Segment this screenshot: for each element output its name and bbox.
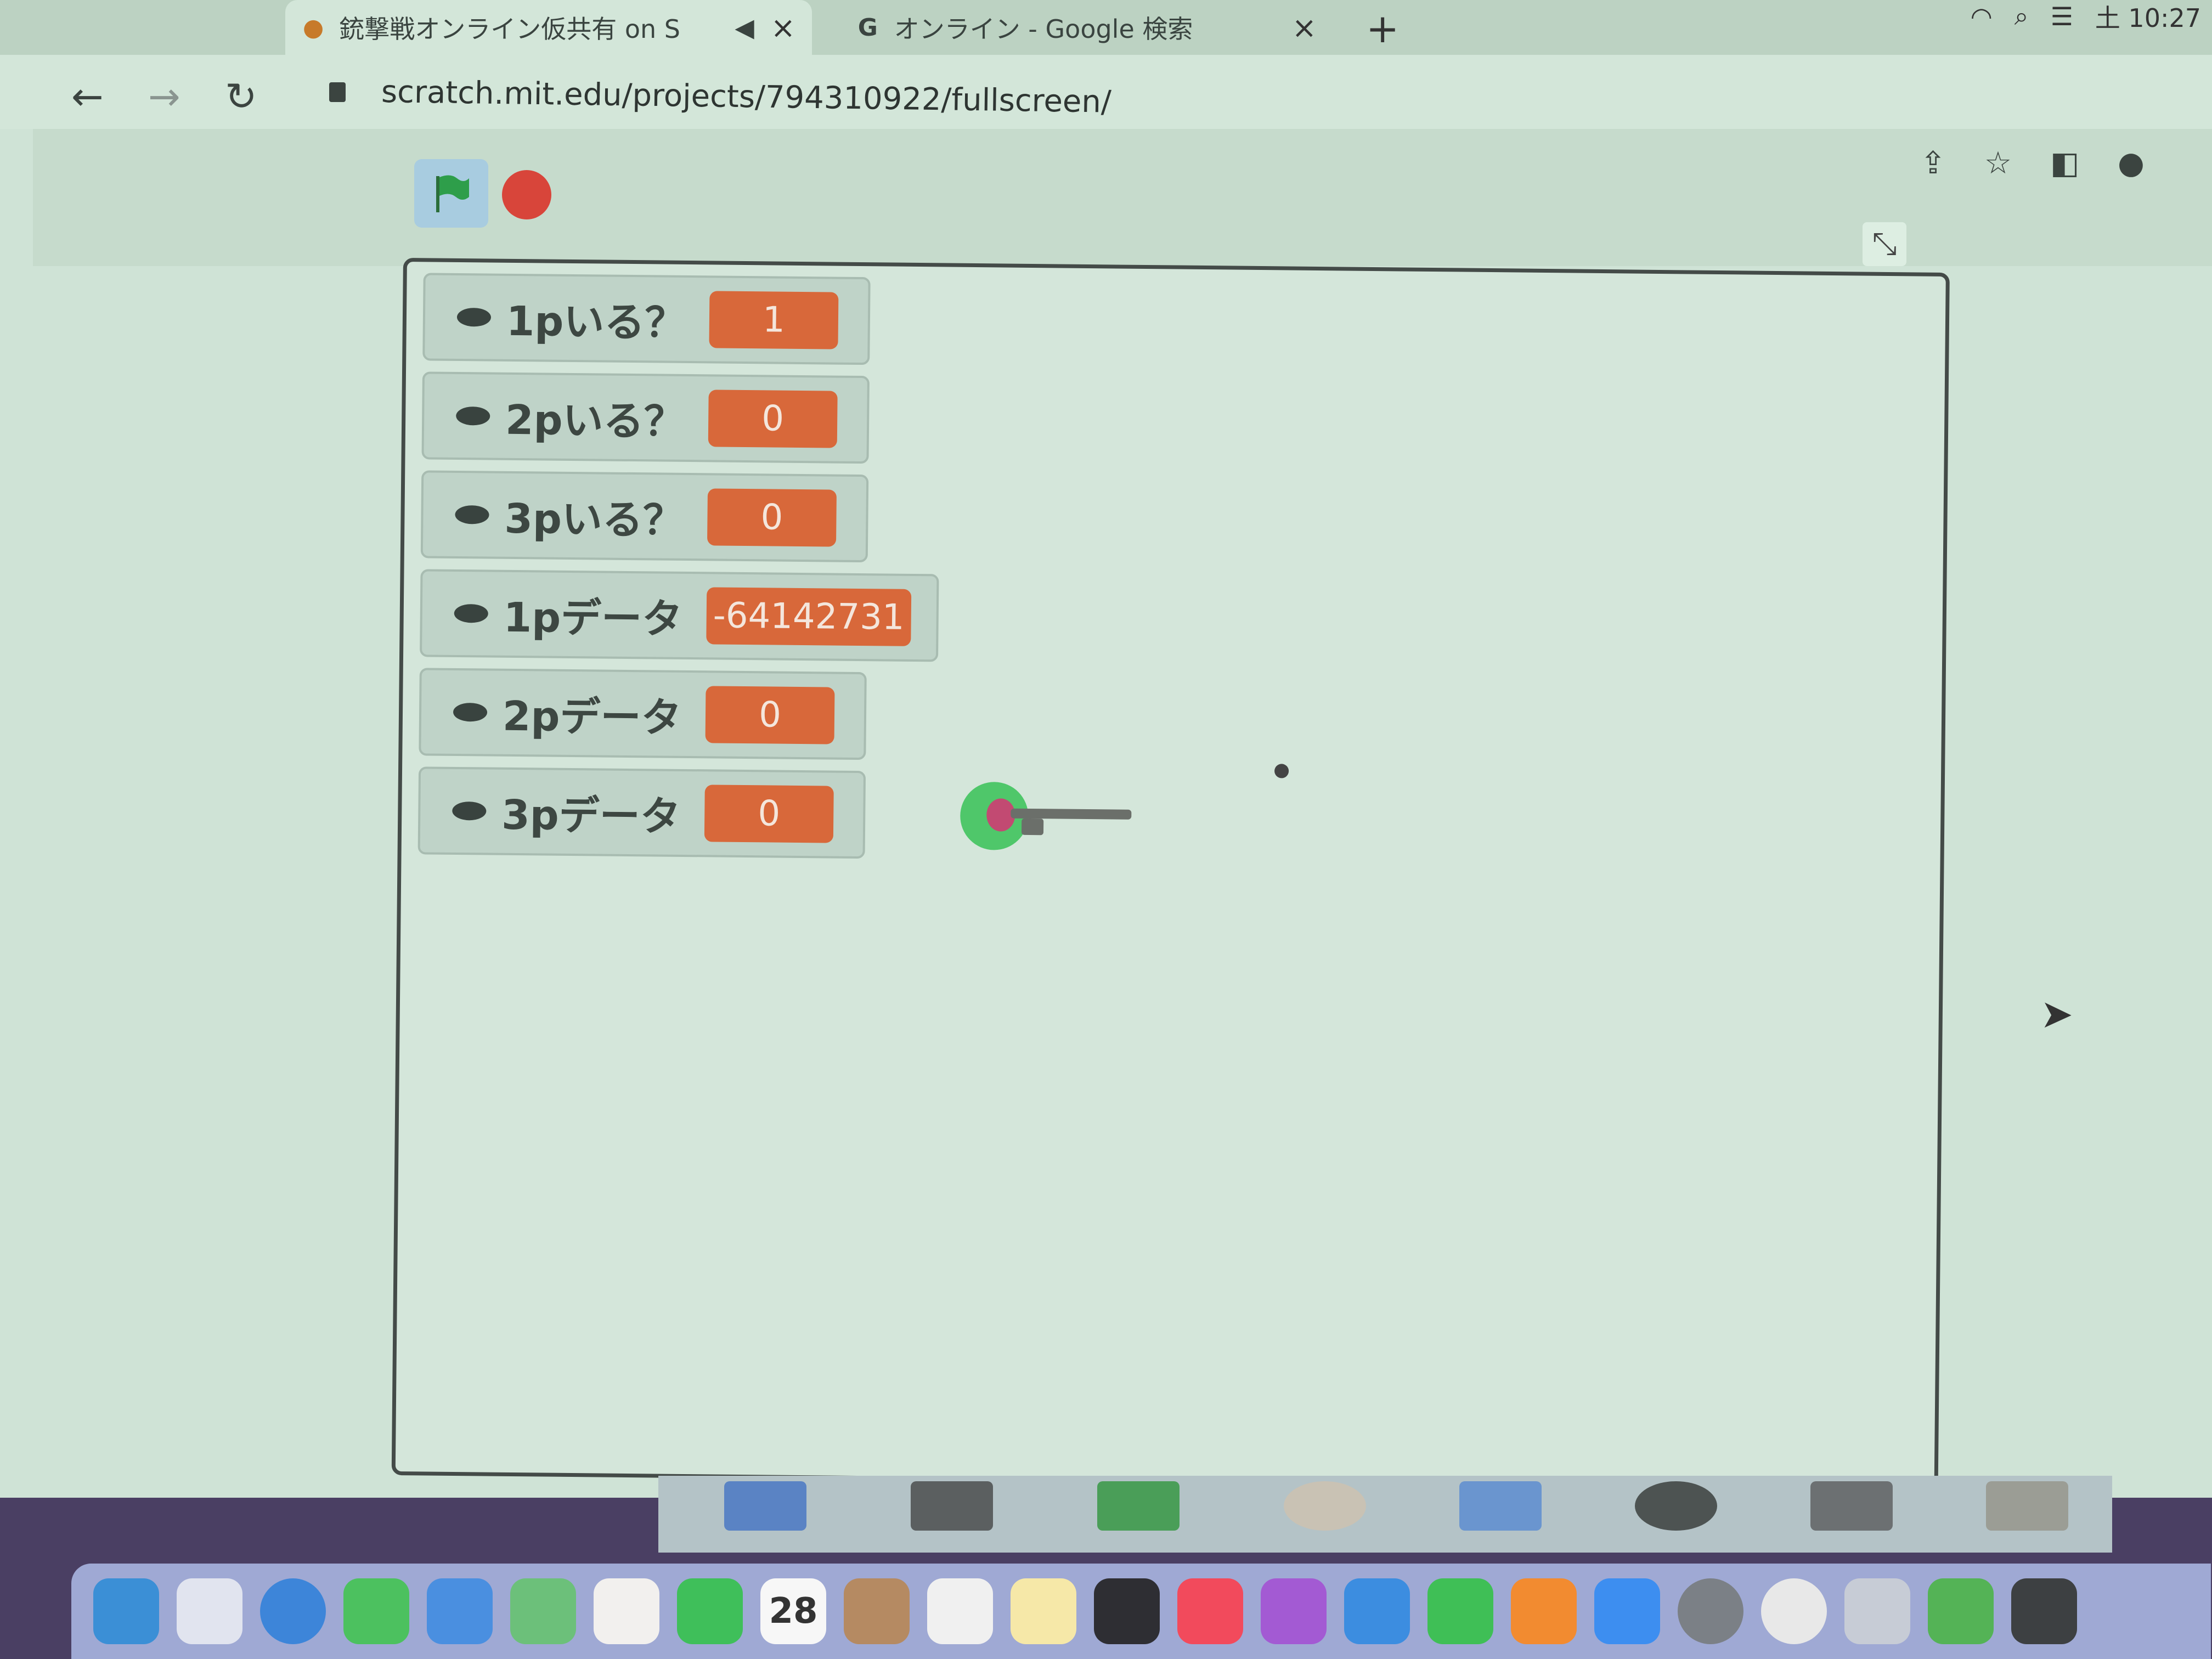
forward-arrow-icon[interactable]: → bbox=[148, 74, 180, 119]
profile-icon[interactable]: ● bbox=[2118, 145, 2145, 181]
green-flag-icon bbox=[436, 174, 469, 212]
desktop-background-strip bbox=[658, 1476, 2112, 1553]
cloud-variable-icon bbox=[456, 406, 490, 426]
new-tab-button[interactable]: + bbox=[1366, 5, 1399, 52]
lock-icon bbox=[329, 82, 346, 102]
close-tab-icon[interactable]: × bbox=[771, 10, 795, 45]
finder-icon[interactable] bbox=[93, 1578, 159, 1644]
calendar-icon[interactable]: 28 bbox=[760, 1578, 826, 1644]
music-icon[interactable] bbox=[1177, 1578, 1243, 1644]
tab-title: オンライン - Google 検索 bbox=[894, 14, 1193, 44]
podcasts-icon[interactable] bbox=[1261, 1578, 1327, 1644]
desktop-drive-icon[interactable] bbox=[1097, 1481, 1180, 1531]
tab-title: 銃撃戦オンライン仮共有 on S bbox=[339, 14, 680, 44]
desktop-utility-icon[interactable] bbox=[1986, 1481, 2068, 1531]
chrome-icon[interactable] bbox=[1761, 1578, 1827, 1644]
launchpad-icon[interactable] bbox=[177, 1578, 242, 1644]
variable-monitor-1p-data: 1pデータ -64142731 bbox=[420, 569, 939, 662]
pages-icon[interactable] bbox=[1511, 1578, 1577, 1644]
back-arrow-icon[interactable]: ← bbox=[71, 74, 104, 119]
search-icon[interactable]: ⌕ bbox=[2015, 1, 2029, 32]
share-icon[interactable]: ⇪ bbox=[1920, 145, 1946, 181]
reload-icon[interactable]: ↻ bbox=[225, 74, 257, 119]
desktop-disk-icon[interactable] bbox=[1810, 1481, 1893, 1531]
desktop-folder-icon[interactable] bbox=[724, 1481, 806, 1531]
maps-icon[interactable] bbox=[510, 1578, 576, 1644]
monitor-label: 2pいる？ bbox=[505, 396, 685, 445]
desktop-printer-icon[interactable] bbox=[911, 1481, 993, 1531]
keynote-icon[interactable] bbox=[1344, 1578, 1410, 1644]
tab-strip: ● 銃撃戦オンライン仮共有 on S ◀ × G オンライン - Google … bbox=[0, 0, 2212, 55]
bullet bbox=[1274, 764, 1289, 778]
desktop-folder-icon[interactable] bbox=[1459, 1481, 1542, 1531]
messages-icon[interactable] bbox=[343, 1578, 409, 1644]
monitor-value: -64142731 bbox=[706, 587, 912, 646]
cloud-variable-icon bbox=[455, 505, 489, 524]
cloud-variable-icon bbox=[454, 603, 488, 623]
contacts-icon[interactable] bbox=[844, 1578, 910, 1644]
app-store-icon[interactable] bbox=[1594, 1578, 1660, 1644]
toolbar-actions: ⇪ ☆ ◧ ● bbox=[1920, 145, 2145, 181]
photos-icon[interactable] bbox=[594, 1578, 659, 1644]
terminal-icon[interactable] bbox=[2011, 1578, 2077, 1644]
variable-monitor-1p-present: 1pいる？ 1 bbox=[422, 273, 871, 365]
projected-screen: ● 銃撃戦オンライン仮共有 on S ◀ × G オンライン - Google … bbox=[0, 0, 2212, 1498]
desktop-clock-icon[interactable] bbox=[1284, 1481, 1366, 1531]
variable-monitor-2p-data: 2pデータ 0 bbox=[419, 668, 867, 760]
safari-icon[interactable] bbox=[260, 1578, 326, 1644]
speaker-icon[interactable]: ◀ bbox=[735, 13, 754, 42]
cloud-variable-icon bbox=[452, 801, 487, 821]
numbers-icon[interactable] bbox=[1427, 1578, 1493, 1644]
cloud-variable-icon bbox=[456, 307, 492, 327]
monitor-value: 1 bbox=[709, 291, 839, 349]
monitor-label: 3pいる？ bbox=[504, 495, 684, 544]
tv-icon[interactable] bbox=[1094, 1578, 1160, 1644]
monitor-value: 0 bbox=[708, 390, 838, 448]
variable-monitor-3p-data: 3pデータ 0 bbox=[417, 766, 866, 859]
menu-bar-status: ◠ ⌕ ☰ 土 10:27 bbox=[1971, 0, 2201, 33]
monitor-label: 1pいる？ bbox=[506, 297, 686, 347]
monitor-value: 0 bbox=[705, 686, 835, 744]
monitor-label: 2pデータ bbox=[502, 692, 682, 742]
desktop-time-machine-icon[interactable] bbox=[1635, 1481, 1717, 1531]
notes-icon[interactable] bbox=[1011, 1578, 1076, 1644]
mouse-cursor-icon: ➤ bbox=[2040, 990, 2074, 1037]
player-sprite-with-gun[interactable] bbox=[956, 772, 1138, 861]
scratch-icon[interactable] bbox=[1928, 1578, 1994, 1644]
clock[interactable]: 土 10:27 bbox=[2095, 0, 2201, 35]
wifi-icon[interactable]: ◠ bbox=[1971, 2, 1993, 31]
monitor-label: 3pデータ bbox=[501, 791, 681, 840]
monitor-value: 0 bbox=[707, 488, 837, 547]
close-tab-icon[interactable]: × bbox=[1292, 10, 1317, 45]
bookmark-star-icon[interactable]: ☆ bbox=[1984, 145, 2012, 181]
mac-dock: 28 bbox=[71, 1564, 2211, 1659]
monitor-label: 1pデータ bbox=[503, 594, 683, 643]
variable-monitor-2p-present: 2pいる？ 0 bbox=[421, 371, 870, 464]
reminders-icon[interactable] bbox=[927, 1578, 993, 1644]
exit-fullscreen-button[interactable]: ⤡ bbox=[1863, 222, 1906, 266]
scratch-favicon-icon: ● bbox=[302, 13, 324, 42]
monitor-value: 0 bbox=[704, 785, 834, 843]
side-panel-icon[interactable]: ◧ bbox=[2050, 145, 2079, 181]
tab-google-search[interactable]: G オンライン - Google 検索 × bbox=[839, 0, 1333, 55]
cloud-variable-icon bbox=[453, 702, 488, 722]
variable-monitor-3p-present: 3pいる？ 0 bbox=[420, 470, 869, 563]
mail-icon[interactable] bbox=[427, 1578, 493, 1644]
facetime-icon[interactable] bbox=[677, 1578, 743, 1644]
control-center-icon[interactable]: ☰ bbox=[2051, 2, 2073, 31]
script-editor-icon[interactable] bbox=[1844, 1578, 1910, 1644]
system-preferences-icon[interactable] bbox=[1678, 1578, 1743, 1644]
green-flag-button[interactable] bbox=[414, 159, 488, 228]
google-favicon-icon: G bbox=[857, 13, 878, 42]
scratch-stage[interactable]: 1pいる？ 1 2pいる？ 0 3pいる？ 0 1pデータ -64142731 … bbox=[391, 258, 2074, 1490]
tab-scratch-project[interactable]: ● 銃撃戦オンライン仮共有 on S ◀ × bbox=[285, 0, 812, 55]
stop-button[interactable] bbox=[502, 170, 551, 219]
